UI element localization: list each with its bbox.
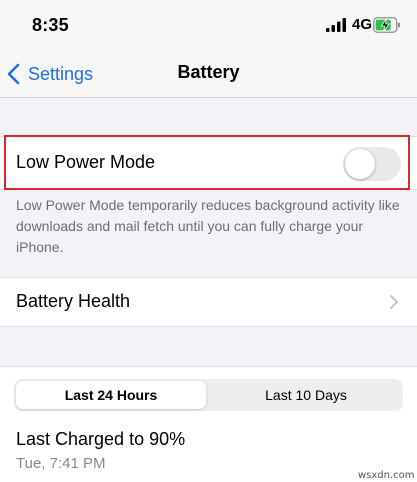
battery-usage-card: Last 24 Hours Last 10 Days Last Charged … — [0, 366, 417, 482]
navigation-bar: Settings Battery — [0, 50, 417, 98]
battery-charging-icon — [373, 17, 400, 33]
last-charged-title: Last Charged to 90% — [16, 429, 186, 449]
network-type: 4G — [352, 16, 373, 33]
low-power-mode-description: Low Power Mode temporarily reduces backg… — [16, 197, 400, 255]
cellular-signal-icon — [326, 18, 346, 32]
last-charged-time: Tue, 7:41 PM — [16, 455, 106, 472]
tab-last-10-days[interactable]: Last 10 Days — [211, 381, 401, 409]
chevron-right-icon — [390, 295, 398, 309]
status-time: 8:35 — [32, 15, 69, 35]
page-title: Battery — [177, 62, 240, 82]
time-range-segmented-control: Last 24 Hours Last 10 Days — [14, 379, 403, 411]
battery-health-row[interactable]: Battery Health — [0, 277, 417, 327]
highlight-annotation-box — [4, 135, 410, 190]
status-bar: 8:35 4G — [0, 0, 417, 50]
battery-health-label: Battery Health — [16, 291, 131, 311]
tab-last-24-hours[interactable]: Last 24 Hours — [16, 381, 206, 409]
watermark: wsxdn.com — [358, 470, 415, 481]
